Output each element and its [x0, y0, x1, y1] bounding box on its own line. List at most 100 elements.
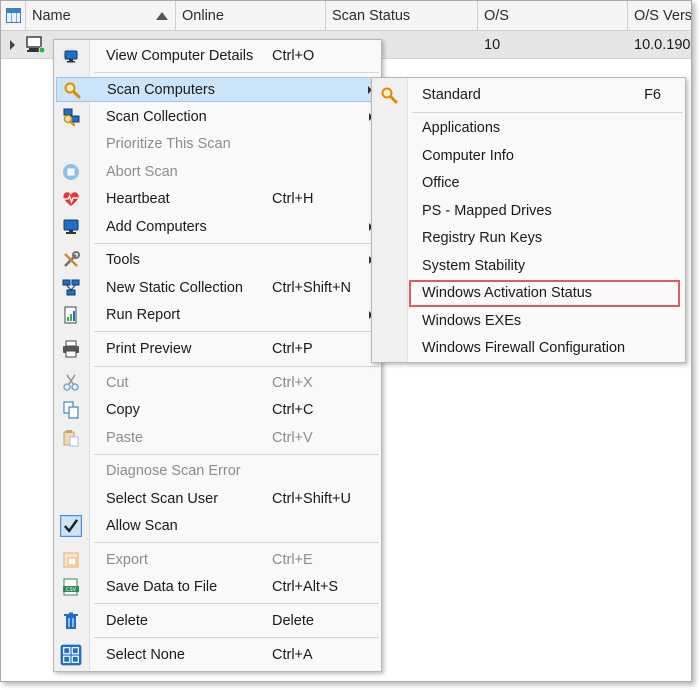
menu-item-label: Paste — [106, 430, 144, 446]
menu-item-print-preview[interactable]: Print Preview Ctrl+P — [56, 337, 379, 362]
menu-item-label: View Computer Details — [106, 48, 254, 64]
column-header-name[interactable]: Name — [26, 1, 176, 31]
menu-item-label: Copy — [106, 402, 140, 418]
menu-item-allow-scan[interactable]: Allow Scan — [56, 514, 379, 539]
column-header-os[interactable]: O/S — [478, 1, 628, 31]
menu-item-delete[interactable]: Delete Delete — [56, 609, 379, 634]
menu-item-save-data-to-file[interactable]: CSV Save Data to File Ctrl+Alt+S — [56, 575, 379, 600]
menu-item-abort-scan[interactable]: Abort Scan — [56, 160, 379, 185]
menu-item-export[interactable]: Export Ctrl+E — [56, 548, 379, 573]
select-grid-icon — [60, 644, 82, 666]
submenu-item-windows-firewall-configuration[interactable]: Windows Firewall Configuration — [374, 336, 683, 361]
menu-item-label: Windows EXEs — [422, 313, 522, 329]
scissors-icon — [63, 374, 79, 391]
expand-row-icon[interactable] — [10, 40, 15, 50]
cell-os-version: 10.0.1904 — [634, 37, 691, 53]
submenu-item-applications[interactable]: Applications — [374, 116, 683, 141]
network-icon — [62, 279, 80, 296]
menu-item-add-computers[interactable]: Add Computers — [56, 215, 379, 240]
menu-separator — [94, 542, 379, 543]
menu-item-label: Add Computers — [106, 219, 207, 235]
menu-separator — [94, 72, 379, 73]
menu-item-label: Computer Info — [422, 148, 514, 164]
menu-item-heartbeat[interactable]: Heartbeat Ctrl+H — [56, 187, 379, 212]
magnifier-icon — [64, 82, 81, 99]
menu-item-label: Allow Scan — [106, 518, 178, 534]
menu-item-tools[interactable]: Tools — [56, 248, 379, 273]
menu-item-label: Registry Run Keys — [422, 230, 543, 246]
menu-item-select-none[interactable]: Select None Ctrl+A — [56, 643, 379, 668]
menu-item-diagnose-scan-error[interactable]: Diagnose Scan Error — [56, 459, 379, 484]
submenu-item-standard[interactable]: Standard F6 — [374, 83, 683, 108]
menu-item-shortcut: Ctrl+A — [272, 647, 313, 663]
checkmark-icon — [60, 515, 82, 537]
cell-os: 10 — [484, 37, 501, 53]
menu-item-label: Applications — [422, 120, 501, 136]
menu-separator — [94, 366, 379, 367]
trash-icon — [64, 612, 78, 629]
scan-computers-submenu: Standard F6 Applications Computer Info O… — [371, 77, 686, 363]
magnifier-icon — [381, 87, 398, 104]
column-chooser-button[interactable] — [1, 1, 26, 31]
submenu-item-windows-activation-status[interactable]: Windows Activation Status — [374, 281, 683, 306]
column-header-os-version[interactable]: O/S Vers — [628, 1, 691, 31]
computer-online-icon — [26, 36, 46, 54]
report-icon — [64, 306, 77, 324]
menu-item-scan-computers[interactable]: Scan Computers — [56, 77, 379, 102]
column-header-os-label: O/S — [484, 8, 509, 24]
csv-icon-label: CSV — [66, 587, 77, 593]
menu-item-label: Windows Firewall Configuration — [422, 340, 626, 356]
menu-item-view-computer-details[interactable]: View Computer Details Ctrl+O — [56, 44, 379, 69]
menu-item-label: Abort Scan — [106, 164, 178, 180]
menu-item-label: Diagnose Scan Error — [106, 463, 241, 479]
menu-item-label: Heartbeat — [106, 191, 170, 207]
menu-separator — [94, 603, 379, 604]
column-header-online[interactable]: Online — [176, 1, 326, 31]
menu-item-label: Standard — [422, 87, 481, 103]
submenu-item-ps-mapped-drives[interactable]: PS - Mapped Drives — [374, 199, 683, 224]
submenu-item-registry-run-keys[interactable]: Registry Run Keys — [374, 226, 683, 251]
menu-item-label: Run Report — [106, 307, 181, 323]
submenu-item-computer-info[interactable]: Computer Info — [374, 144, 683, 169]
menu-item-label: Office — [422, 175, 460, 191]
column-header-name-label: Name — [32, 8, 71, 24]
menu-item-shortcut: Ctrl+E — [272, 552, 313, 568]
csv-file-icon: CSV — [63, 578, 79, 596]
submenu-item-office[interactable]: Office — [374, 171, 683, 196]
menu-separator — [412, 112, 683, 113]
menu-item-label: Scan Computers — [107, 82, 215, 98]
menu-item-scan-collection[interactable]: Scan Collection — [56, 105, 379, 130]
sort-ascending-icon — [156, 12, 168, 20]
monitor-add-icon — [63, 219, 79, 234]
paste-icon — [63, 430, 79, 447]
column-header-scan-status[interactable]: Scan Status — [326, 1, 478, 31]
menu-item-label: Prioritize This Scan — [106, 136, 231, 152]
menu-item-shortcut: Delete — [272, 613, 314, 629]
submenu-item-windows-exes[interactable]: Windows EXEs — [374, 309, 683, 334]
menu-item-label: Save Data to File — [106, 579, 218, 595]
menu-item-cut[interactable]: Cut Ctrl+X — [56, 371, 379, 396]
menu-item-new-static-collection[interactable]: New Static Collection Ctrl+Shift+N — [56, 276, 379, 301]
menu-item-label: Select None — [106, 647, 185, 663]
printer-icon — [63, 340, 79, 358]
menu-separator — [94, 637, 379, 638]
menu-item-shortcut: Ctrl+X — [272, 375, 313, 391]
menu-separator — [94, 454, 379, 455]
menu-item-label: Delete — [106, 613, 148, 629]
menu-item-label: Tools — [106, 252, 140, 268]
menu-item-shortcut: F6 — [644, 87, 661, 103]
menu-item-copy[interactable]: Copy Ctrl+C — [56, 398, 379, 423]
submenu-item-system-stability[interactable]: System Stability — [374, 254, 683, 279]
menu-item-run-report[interactable]: Run Report — [56, 303, 379, 328]
menu-item-shortcut: Ctrl+Alt+S — [272, 579, 339, 595]
menu-separator — [94, 331, 379, 332]
menu-item-select-scan-user[interactable]: Select Scan User Ctrl+Shift+U — [56, 487, 379, 512]
menu-item-prioritize-this-scan[interactable]: Prioritize This Scan — [56, 132, 379, 157]
menu-item-shortcut: Ctrl+H — [272, 191, 314, 207]
column-header-online-label: Online — [182, 8, 224, 24]
grid-header: Name Online Scan Status O/S O/S Vers — [1, 1, 691, 31]
menu-item-paste[interactable]: Paste Ctrl+V — [56, 426, 379, 451]
context-menu: View Computer Details Ctrl+O Scan Comput… — [53, 39, 382, 672]
copy-icon — [63, 401, 79, 419]
menu-item-label: New Static Collection — [106, 280, 243, 296]
